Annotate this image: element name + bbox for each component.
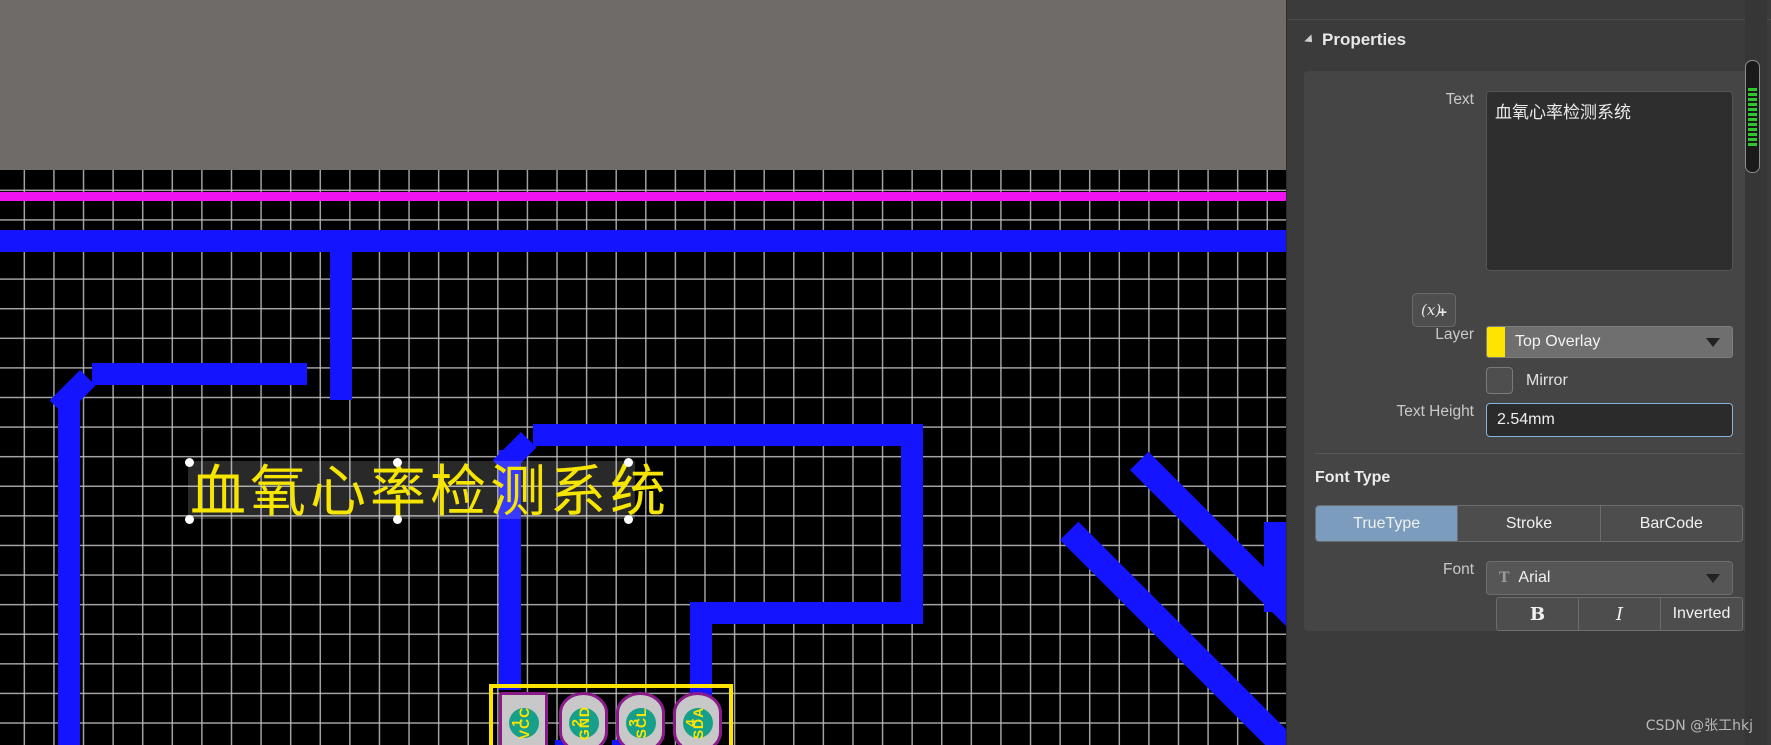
font-type-stroke-button[interactable]: Stroke: [1458, 506, 1601, 541]
mirror-field-row: Mirror: [1304, 367, 1754, 394]
properties-panel: Properties Text (x)+ Layer Top Overlay: [1286, 0, 1771, 745]
selection-handle-br[interactable]: [624, 515, 633, 524]
selection-handle-bl[interactable]: [185, 515, 194, 524]
layer-value: Top Overlay: [1515, 333, 1601, 350]
pad-2-label: GND: [575, 705, 592, 740]
text-height-field-row: Text Height: [1304, 403, 1754, 437]
font-field-row: Font T Arial: [1304, 561, 1754, 595]
scrollbar-tick: [1748, 107, 1757, 111]
selection-handle-bm[interactable]: [393, 515, 402, 524]
scrollbar-tick: [1748, 122, 1757, 126]
font-type-segmented-control[interactable]: TrueType Stroke BarCode: [1315, 505, 1743, 542]
selection-handle-tr[interactable]: [624, 458, 633, 467]
scrollbar-tick: [1748, 92, 1757, 96]
properties-section-header[interactable]: Properties: [1304, 30, 1407, 50]
scrollbar-tick: [1748, 127, 1757, 131]
page-title: Properties: [1322, 30, 1407, 49]
mirror-checkbox[interactable]: [1486, 367, 1513, 394]
add-variable-plus: +: [1438, 304, 1447, 321]
section-divider: [1315, 453, 1743, 454]
add-variable-icon[interactable]: (x) +: [1412, 293, 1456, 327]
properties-form: Text (x)+ Layer Top Overlay Mirro: [1304, 71, 1754, 631]
trace-left-horizontal[interactable]: [92, 363, 307, 385]
triangle-collapse-icon[interactable]: [1304, 34, 1316, 46]
keepout-line[interactable]: [0, 192, 1286, 201]
pad-4[interactable]: 4 SDA: [673, 692, 722, 745]
truetype-T-icon: T: [1499, 570, 1510, 586]
selection-handle-tl[interactable]: [185, 458, 194, 467]
selection-handle-tm[interactable]: [393, 458, 402, 467]
text-label: Text: [1445, 91, 1474, 108]
bold-button[interactable]: B: [1497, 598, 1579, 630]
trace-left-vertical-long[interactable]: [58, 392, 80, 745]
trace-right-vertical[interactable]: [901, 432, 923, 612]
mirror-label: Mirror: [1526, 372, 1568, 389]
font-type-title: Font Type: [1315, 469, 1391, 486]
layer-color-swatch: [1487, 327, 1505, 357]
scrollbar-tick: [1748, 137, 1757, 141]
chevron-down-icon[interactable]: [1706, 573, 1720, 583]
pad-3-label: SCL: [632, 707, 649, 738]
font-style-buttons[interactable]: B I Inverted: [1496, 597, 1743, 631]
trace-oled-vcc-top[interactable]: [533, 424, 923, 446]
pcb-board-area[interactable]: 血氧心率检测系统 1 VCC 2 GND 3 SCL 4 SDA: [0, 170, 1286, 745]
pad-1[interactable]: 1 VCC: [499, 692, 548, 745]
mirror-spacer: [1304, 367, 1486, 394]
vertical-scrollbar[interactable]: [1745, 0, 1767, 745]
scrollbar-tick: [1748, 102, 1757, 106]
text-input[interactable]: [1486, 91, 1733, 271]
scrollbar-tick: [1748, 112, 1757, 116]
trace-top-horizontal[interactable]: [0, 230, 1286, 252]
layer-field-row: Layer Top Overlay: [1304, 326, 1754, 358]
scrollbar-thumb[interactable]: [1745, 60, 1760, 173]
font-dropdown[interactable]: T Arial: [1486, 561, 1733, 595]
selected-silkscreen-text[interactable]: 血氧心率检测系统: [190, 465, 670, 521]
font-label: Font: [1442, 561, 1474, 578]
pad-2[interactable]: 2 GND: [559, 692, 608, 745]
pad-4-label: SDA: [689, 706, 706, 739]
scrollbar-tick: [1748, 87, 1757, 91]
pcb-grid: [0, 170, 1286, 745]
panel-top-divider: [1287, 0, 1771, 20]
layer-label: Layer: [1435, 326, 1474, 343]
scrollbar-tick: [1748, 142, 1757, 146]
pad-1-label: VCC: [515, 706, 532, 739]
trace-far-right-vertical[interactable]: [1264, 522, 1286, 612]
trace-vertical-left[interactable]: [330, 230, 352, 400]
italic-button[interactable]: I: [1579, 598, 1661, 630]
text-height-input[interactable]: [1486, 403, 1733, 437]
font-type-truetype-button[interactable]: TrueType: [1316, 506, 1459, 541]
scrollbar-tick: [1748, 132, 1757, 136]
pad-3[interactable]: 3 SCL: [616, 692, 665, 745]
scrollbar-tick: [1748, 97, 1757, 101]
pcb-canvas-viewport[interactable]: 血氧心率检测系统 1 VCC 2 GND 3 SCL 4 SDA: [0, 0, 1286, 745]
inverted-button[interactable]: Inverted: [1661, 598, 1742, 630]
font-type-barcode-button[interactable]: BarCode: [1600, 506, 1742, 541]
text-field-row: Text: [1304, 91, 1754, 271]
chevron-down-icon[interactable]: [1706, 337, 1720, 347]
component-oled-footprint[interactable]: 1 VCC 2 GND 3 SCL 4 SDA: [489, 684, 733, 745]
trace-right-horizontal[interactable]: [690, 602, 923, 624]
scrollbar-tick: [1748, 117, 1757, 121]
font-value: Arial: [1518, 569, 1551, 586]
text-height-label: Text Height: [1396, 403, 1474, 420]
watermark: CSDN @张工hkj: [1645, 718, 1753, 734]
layer-dropdown[interactable]: Top Overlay: [1486, 326, 1733, 358]
